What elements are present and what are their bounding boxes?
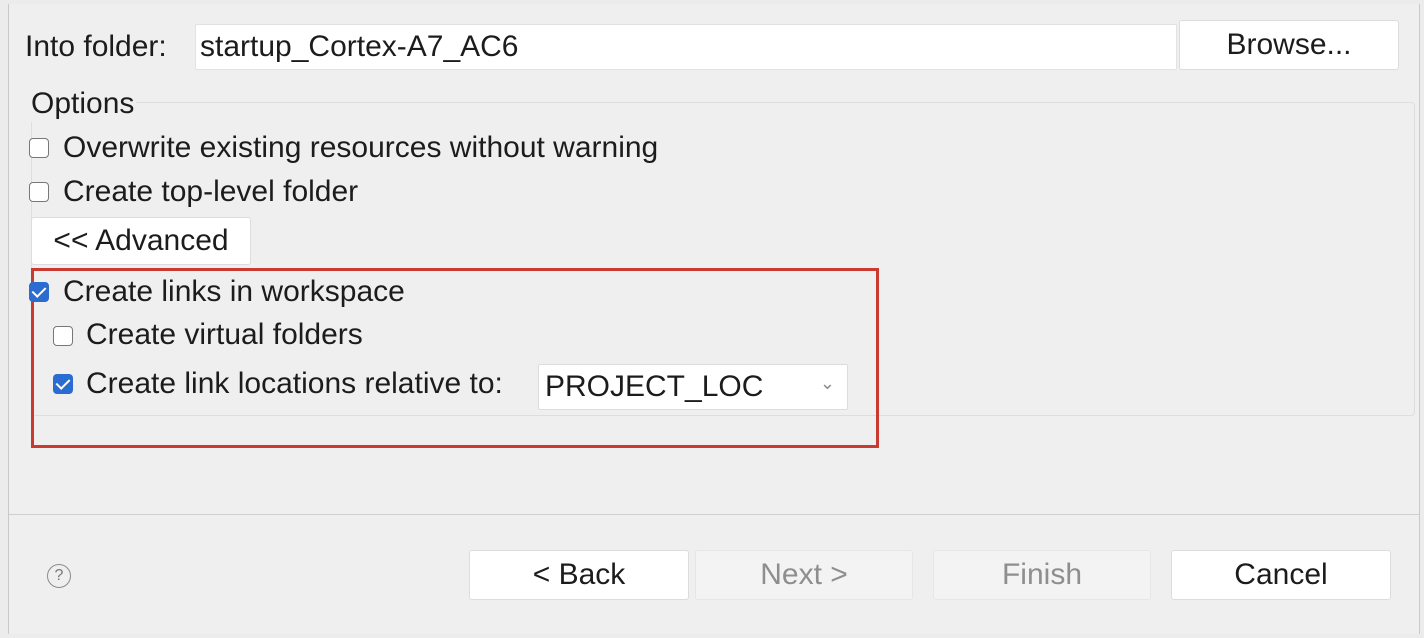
relative-locations-label: Create link locations relative to: [86,367,503,400]
cancel-button[interactable]: Cancel [1171,550,1391,600]
relative-location-value: PROJECT_LOC [545,370,764,403]
next-button[interactable]: Next > [695,550,913,600]
import-dialog: Into folder: startup_Cortex-A7_AC6 Brows… [8,4,1420,634]
relative-location-select[interactable]: PROJECT_LOC ⌄ [538,364,848,410]
into-folder-label: Into folder: [25,30,167,63]
into-folder-input[interactable]: startup_Cortex-A7_AC6 [195,24,1177,70]
back-button[interactable]: < Back [469,550,689,600]
help-icon[interactable]: ? [47,564,71,588]
create-links-checkbox[interactable] [29,282,49,302]
top-level-folder-checkbox[interactable] [29,182,49,202]
advanced-button[interactable]: << Advanced [31,217,251,265]
overwrite-checkbox[interactable] [29,138,49,158]
finish-button[interactable]: Finish [933,550,1151,600]
options-group-label: Options [29,86,137,122]
top-level-folder-label: Create top-level folder [63,175,359,208]
overwrite-label: Overwrite existing resources without war… [63,131,659,164]
virtual-folders-checkbox[interactable] [53,326,73,346]
chevron-down-icon: ⌄ [819,373,835,393]
browse-button[interactable]: Browse... [1179,20,1399,70]
virtual-folders-label: Create virtual folders [86,318,363,351]
create-links-label: Create links in workspace [63,275,405,308]
relative-locations-checkbox[interactable] [53,374,73,394]
footer-separator [9,514,1419,515]
